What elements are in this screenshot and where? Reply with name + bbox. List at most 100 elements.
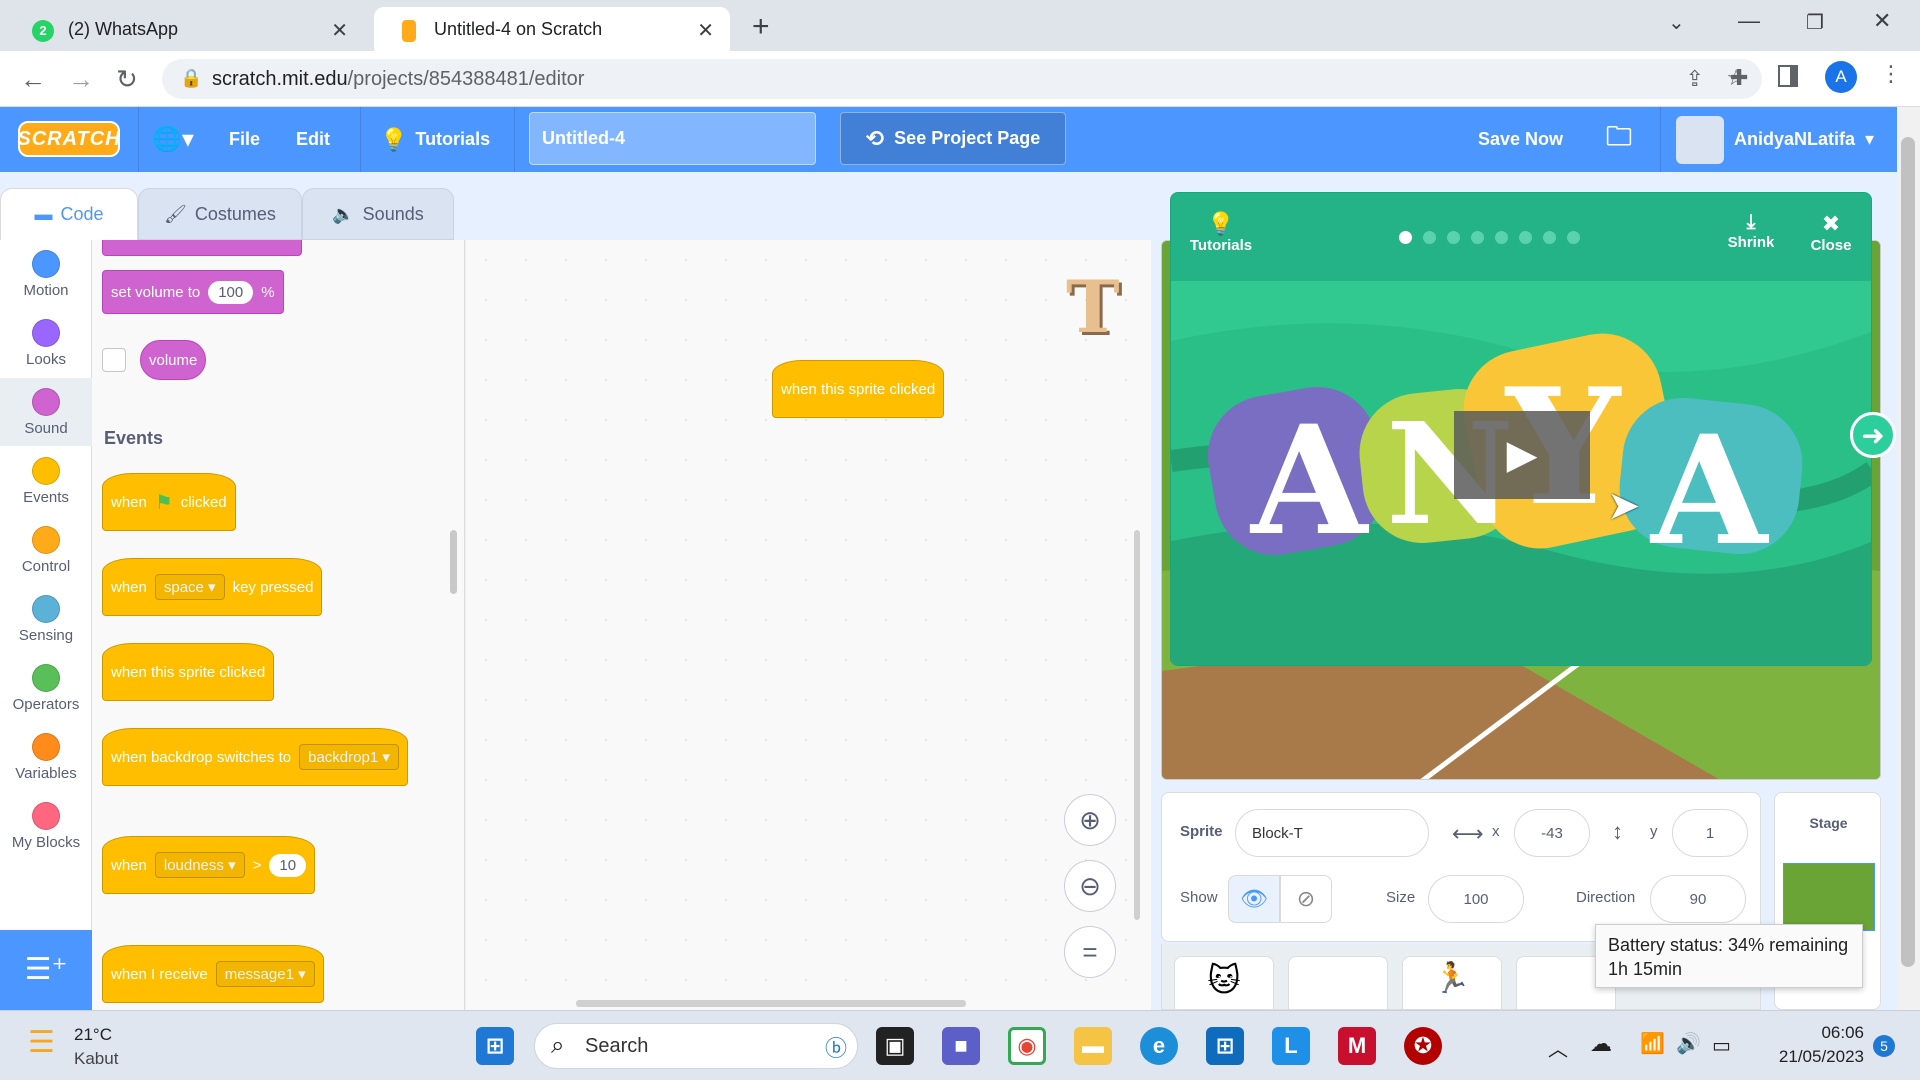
script-vertical-scrollbar[interactable] [1134, 530, 1140, 920]
loudness-value-input[interactable]: 10 [269, 853, 307, 877]
mcafee-icon[interactable]: M [1338, 1027, 1376, 1065]
sprite-thumb-cat[interactable]: 🐱 [1174, 956, 1274, 1009]
message-dropdown[interactable]: message1 ▾ [215, 961, 315, 987]
volume-reporter-block[interactable]: volume [140, 340, 207, 380]
restore-icon[interactable]: ❐ [1806, 10, 1824, 35]
when-loudness-block[interactable]: when loudness ▾ > 10 [102, 836, 316, 894]
save-now-button[interactable]: Save Now [1478, 107, 1563, 172]
progress-dot[interactable] [1495, 231, 1508, 244]
y-input[interactable]: 1 [1672, 809, 1748, 857]
progress-dot[interactable] [1519, 231, 1532, 244]
account-menu[interactable]: AnidyaNLatifa ▾ [1676, 107, 1874, 172]
sprite-thumb-player[interactable]: 🏃 [1402, 956, 1502, 1009]
tutorials-button[interactable]: 💡 Tutorials [380, 107, 490, 172]
direction-input[interactable]: 90 [1650, 875, 1746, 923]
category-my-blocks[interactable]: My Blocks [0, 792, 92, 860]
modal-tutorials-button[interactable]: 💡 Tutorials [1189, 211, 1253, 254]
next-step-arrow-icon[interactable]: ➜ [1850, 412, 1896, 458]
category-operators[interactable]: Operators [0, 654, 92, 722]
tab-costumes[interactable]: 🖌 Costumes [138, 188, 302, 240]
onedrive-cloud-icon[interactable]: ☁ [1590, 1031, 1612, 1057]
notification-badge[interactable]: 5 [1873, 1035, 1895, 1057]
when-i-receive-block[interactable]: when I receive message1 ▾ [102, 945, 324, 1003]
play-video-icon[interactable]: ▶ [1454, 411, 1590, 499]
progress-dot[interactable] [1423, 231, 1436, 244]
close-tab-icon[interactable]: ✕ [331, 18, 348, 43]
category-control[interactable]: Control [0, 516, 92, 584]
tab-search-chevron-icon[interactable]: ⌄ [1668, 10, 1685, 35]
sidepanel-icon[interactable] [1778, 65, 1798, 87]
zoom-reset-icon[interactable]: = [1064, 926, 1116, 978]
when-sprite-clicked-script-block[interactable]: when this sprite clicked [772, 360, 945, 418]
category-sensing[interactable]: Sensing [0, 585, 92, 653]
script-horizontal-scrollbar[interactable] [576, 1000, 966, 1007]
x-input[interactable]: -43 [1514, 809, 1590, 857]
l-app-icon[interactable]: L [1272, 1027, 1310, 1065]
close-window-icon[interactable]: ✕ [1873, 8, 1891, 34]
project-title-input[interactable]: Untitled-4 [529, 112, 816, 165]
profile-avatar[interactable]: A [1825, 61, 1857, 93]
url-field[interactable]: 🔒 scratch.mit.edu/projects/854388481/edi… [162, 59, 1762, 99]
when-sprite-clicked-block[interactable]: when this sprite clicked [102, 643, 275, 701]
volume-value-input[interactable]: 100 [208, 280, 254, 304]
wifi-icon[interactable]: 📶 [1640, 1031, 1665, 1056]
teams-chat-icon[interactable]: ■ [942, 1027, 980, 1065]
see-project-page-button[interactable]: ⟲ See Project Page [840, 112, 1066, 165]
tab-sounds[interactable]: 🔈 Sounds [302, 188, 454, 240]
scratch-logo[interactable]: SCRATCH [17, 121, 120, 157]
zoom-out-icon[interactable]: ⊖ [1064, 860, 1116, 912]
page-scrollbar[interactable] [1897, 107, 1920, 1010]
progress-dot-active[interactable] [1399, 231, 1412, 244]
clock-date[interactable]: 21/05/2023 [1760, 1047, 1864, 1067]
share-icon[interactable]: ⇪ [1686, 66, 1704, 92]
file-menu[interactable]: File [229, 107, 260, 172]
game-app-icon[interactable]: ✪ [1404, 1027, 1442, 1065]
when-key-pressed-block[interactable]: when space ▾ key pressed [102, 558, 323, 616]
category-variables[interactable]: Variables [0, 723, 92, 791]
size-input[interactable]: 100 [1428, 875, 1524, 923]
sensor-dropdown[interactable]: loudness ▾ [154, 852, 245, 878]
show-visible-eye-icon[interactable]: 👁 [1228, 875, 1280, 923]
back-icon[interactable]: ← [20, 65, 46, 93]
volume-icon[interactable]: 🔊 [1676, 1031, 1701, 1056]
reload-icon[interactable]: ↻ [116, 65, 138, 93]
microsoft-store-icon[interactable]: ⊞ [1206, 1027, 1244, 1065]
zoom-in-icon[interactable]: ⊕ [1064, 794, 1116, 846]
tab-scratch[interactable]: Untitled-4 on Scratch ✕ [374, 7, 730, 51]
progress-dot[interactable] [1543, 231, 1556, 244]
language-globe-icon[interactable]: 🌐▾ [152, 107, 194, 172]
minimize-icon[interactable]: — [1738, 8, 1760, 34]
palette-scrollbar[interactable] [450, 530, 457, 594]
progress-dot[interactable] [1447, 231, 1460, 244]
close-tab-icon[interactable]: ✕ [697, 18, 714, 43]
show-hidden-eye-icon[interactable]: ⊘ [1280, 875, 1332, 923]
chrome-icon[interactable]: ◉ [1008, 1027, 1046, 1065]
sprite-name-input[interactable]: Block-T [1235, 809, 1429, 857]
script-area[interactable]: when this sprite clicked T ⊕ ⊖ = [466, 240, 1151, 1010]
my-stuff-folder-icon[interactable]: 🗀 [1606, 107, 1632, 172]
page-scroll-thumb[interactable] [1901, 137, 1915, 967]
edit-menu[interactable]: Edit [296, 107, 330, 172]
category-motion[interactable]: Motion [0, 240, 92, 308]
progress-dot[interactable] [1471, 231, 1484, 244]
when-flag-clicked-block[interactable]: when ⚑ clicked [102, 473, 236, 531]
browser-menu-icon[interactable]: ⋮ [1880, 61, 1902, 87]
category-events[interactable]: Events [0, 447, 92, 515]
sound-block-partial[interactable] [102, 240, 302, 256]
new-tab-icon[interactable]: + [752, 10, 770, 44]
task-view-icon[interactable]: ▣ [876, 1027, 914, 1065]
tab-whatsapp[interactable]: 2 (2) WhatsApp ✕ [8, 7, 364, 51]
file-explorer-icon[interactable]: ▬ [1074, 1027, 1112, 1065]
clock-time[interactable]: 06:06 [1776, 1023, 1864, 1043]
battery-icon[interactable]: ▭ [1712, 1033, 1731, 1058]
progress-dot[interactable] [1567, 231, 1580, 244]
edge-icon[interactable]: e [1140, 1027, 1178, 1065]
sprite-thumb[interactable] [1288, 956, 1388, 1009]
windows-start-icon[interactable]: ⊞ [476, 1027, 514, 1065]
tab-code[interactable]: ▬ Code [0, 188, 138, 240]
extensions-icon[interactable]: ✚ [1730, 65, 1748, 91]
forward-icon[interactable]: → [68, 65, 94, 93]
category-sound[interactable]: Sound [0, 378, 92, 446]
shrink-button[interactable]: ⤓ Shrink [1723, 211, 1779, 251]
add-extension-button[interactable]: ☰⁺ [0, 930, 92, 1010]
